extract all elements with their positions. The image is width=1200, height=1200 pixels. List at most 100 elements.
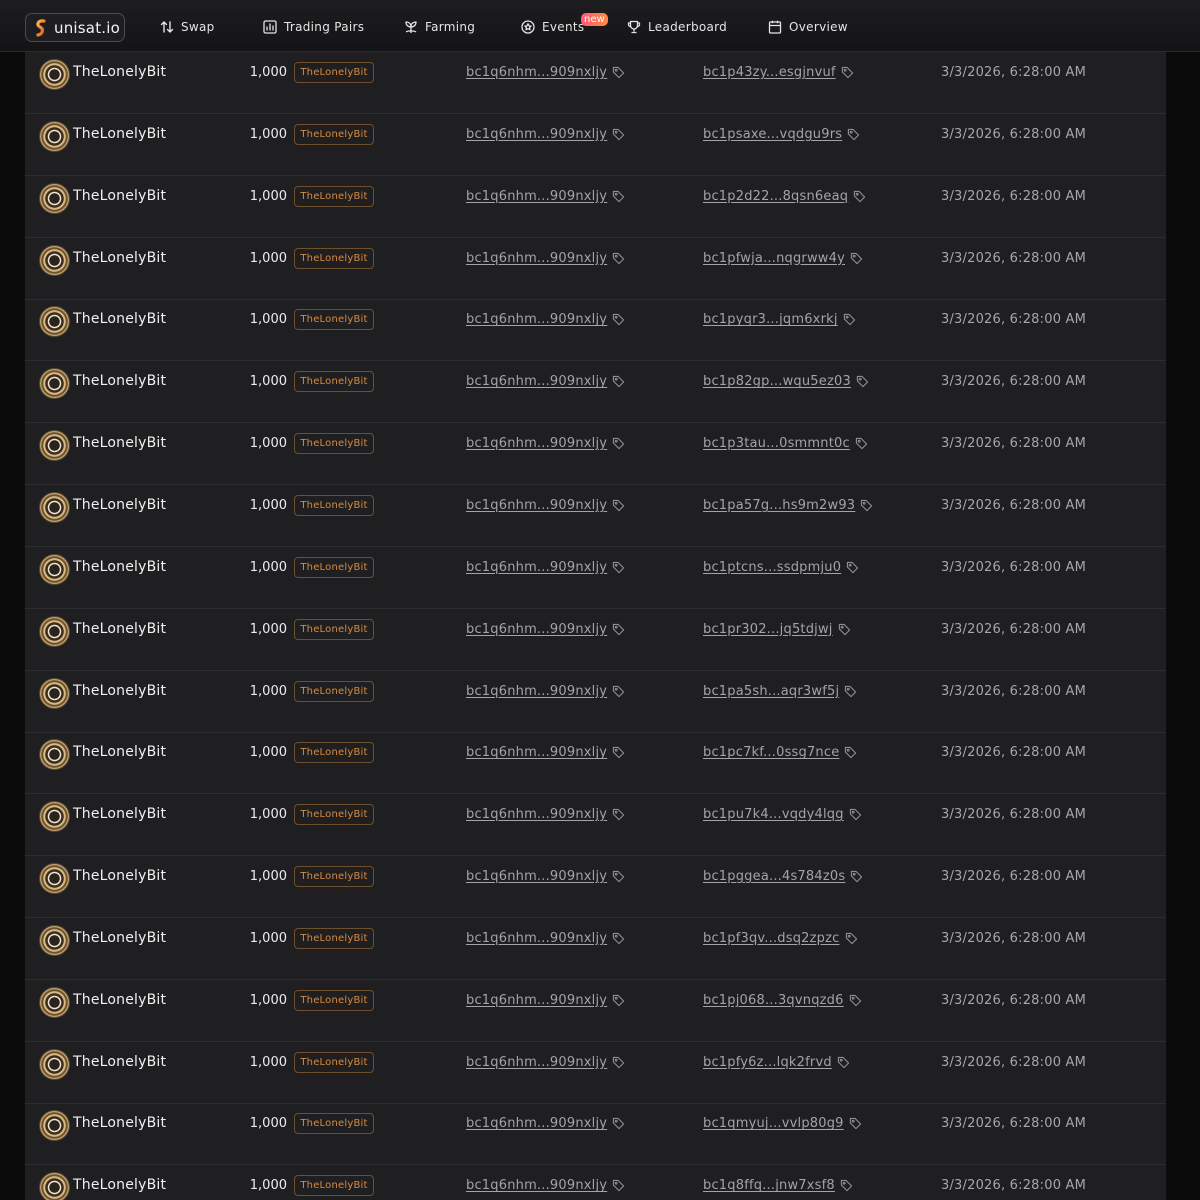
tag-icon[interactable] xyxy=(856,375,869,388)
ticker-badge[interactable]: TheLonelyBit xyxy=(294,1113,374,1135)
tag-icon[interactable] xyxy=(612,808,625,821)
token-name[interactable]: TheLonelyBit xyxy=(73,744,166,760)
to-address-link[interactable]: bc1pfy6z...lqk2frvd xyxy=(703,1055,850,1070)
from-address-link[interactable]: bc1q6nhm...909nxljy xyxy=(466,436,625,451)
from-address-text[interactable]: bc1q6nhm...909nxljy xyxy=(466,1178,607,1193)
to-address-link[interactable]: bc1pr302...jq5tdjwj xyxy=(703,622,851,637)
token-name[interactable]: TheLonelyBit xyxy=(73,311,166,327)
from-address-link[interactable]: bc1q6nhm...909nxljy xyxy=(466,189,625,204)
to-address-text[interactable]: bc1pc7kf...0ssg7nce xyxy=(703,745,839,760)
from-address-link[interactable]: bc1q6nhm...909nxljy xyxy=(466,65,625,80)
tag-icon[interactable] xyxy=(612,1117,625,1130)
to-address-text[interactable]: bc1pj068...3qvnqzd6 xyxy=(703,993,844,1008)
tag-icon[interactable] xyxy=(838,623,851,636)
ticker-badge[interactable]: TheLonelyBit xyxy=(294,62,374,83)
token-name[interactable]: TheLonelyBit xyxy=(73,930,166,946)
tag-icon[interactable] xyxy=(612,437,625,450)
tag-icon[interactable] xyxy=(849,808,862,821)
from-address-link[interactable]: bc1q6nhm...909nxljy xyxy=(466,1055,625,1070)
token-name[interactable]: TheLonelyBit xyxy=(73,1177,166,1193)
token-name[interactable]: TheLonelyBit xyxy=(73,621,166,637)
to-address-link[interactable]: bc1pf3qv...dsq2zpzc xyxy=(703,931,858,946)
from-address-text[interactable]: bc1q6nhm...909nxljy xyxy=(466,622,607,637)
to-address-text[interactable]: bc1pa57g...hs9m2w93 xyxy=(703,498,855,513)
from-address-link[interactable]: bc1q6nhm...909nxljy xyxy=(466,622,625,637)
from-address-link[interactable]: bc1q6nhm...909nxljy xyxy=(466,560,625,575)
from-address-link[interactable]: bc1q6nhm...909nxljy xyxy=(466,127,625,142)
tag-icon[interactable] xyxy=(612,1056,625,1069)
ticker-badge[interactable]: TheLonelyBit xyxy=(294,618,374,640)
token-name[interactable]: TheLonelyBit xyxy=(73,497,166,513)
tag-icon[interactable] xyxy=(612,190,625,203)
ticker-badge[interactable]: TheLonelyBit xyxy=(294,866,374,888)
to-address-link[interactable]: bc1qmyuj...vvlp80g9 xyxy=(703,1116,862,1131)
tag-icon[interactable] xyxy=(860,499,873,512)
to-address-link[interactable]: bc1p3tau...0smmnt0c xyxy=(703,436,868,451)
from-address-text[interactable]: bc1q6nhm...909nxljy xyxy=(466,65,607,80)
nav-leaderboard[interactable]: Leaderboard xyxy=(626,17,727,37)
ticker-badge[interactable]: TheLonelyBit xyxy=(294,1051,374,1073)
to-address-text[interactable]: bc1q8ffq...jnw7xsf8 xyxy=(703,1178,835,1193)
from-address-text[interactable]: bc1q6nhm...909nxljy xyxy=(466,807,607,822)
ticker-badge[interactable]: TheLonelyBit xyxy=(294,371,374,393)
tag-icon[interactable] xyxy=(843,313,856,326)
tag-icon[interactable] xyxy=(612,66,625,79)
tag-icon[interactable] xyxy=(846,561,859,574)
tag-icon[interactable] xyxy=(612,870,625,883)
to-address-text[interactable]: bc1pa5sh...aqr3wf5j xyxy=(703,684,839,699)
to-address-link[interactable]: bc1pj068...3qvnqzd6 xyxy=(703,993,862,1008)
from-address-link[interactable]: bc1q6nhm...909nxljy xyxy=(466,931,625,946)
to-address-link[interactable]: bc1psaxe...vqdgu9rs xyxy=(703,127,860,142)
ticker-badge[interactable]: TheLonelyBit xyxy=(294,927,374,949)
tag-icon[interactable] xyxy=(612,561,625,574)
to-address-text[interactable]: bc1p2d22...8qsn6eaq xyxy=(703,189,848,204)
to-address-text[interactable]: bc1p43zy...esgjnvuf xyxy=(703,65,836,80)
tag-icon[interactable] xyxy=(612,375,625,388)
to-address-text[interactable]: bc1p82gp...wqu5ez03 xyxy=(703,374,851,389)
token-name[interactable]: TheLonelyBit xyxy=(73,250,166,266)
token-name[interactable]: TheLonelyBit xyxy=(73,1115,166,1131)
token-name[interactable]: TheLonelyBit xyxy=(73,1054,166,1070)
from-address-link[interactable]: bc1q6nhm...909nxljy xyxy=(466,374,625,389)
tag-icon[interactable] xyxy=(853,190,866,203)
tag-icon[interactable] xyxy=(841,66,854,79)
tag-icon[interactable] xyxy=(844,685,857,698)
from-address-link[interactable]: bc1q6nhm...909nxljy xyxy=(466,993,625,1008)
tag-icon[interactable] xyxy=(612,1179,625,1192)
token-name[interactable]: TheLonelyBit xyxy=(73,126,166,142)
to-address-text[interactable]: bc1pggea...4s784z0s xyxy=(703,869,845,884)
from-address-text[interactable]: bc1q6nhm...909nxljy xyxy=(466,189,607,204)
to-address-link[interactable]: bc1pa5sh...aqr3wf5j xyxy=(703,684,857,699)
to-address-link[interactable]: bc1pa57g...hs9m2w93 xyxy=(703,498,873,513)
to-address-link[interactable]: bc1p82gp...wqu5ez03 xyxy=(703,374,869,389)
to-address-text[interactable]: bc1pyqr3...jqm6xrkj xyxy=(703,312,838,327)
from-address-text[interactable]: bc1q6nhm...909nxljy xyxy=(466,745,607,760)
to-address-link[interactable]: bc1p43zy...esgjnvuf xyxy=(703,65,854,80)
tag-icon[interactable] xyxy=(850,252,863,265)
ticker-badge[interactable]: TheLonelyBit xyxy=(294,247,374,269)
to-address-text[interactable]: bc1qmyuj...vvlp80g9 xyxy=(703,1116,844,1131)
to-address-link[interactable]: bc1pggea...4s784z0s xyxy=(703,869,863,884)
to-address-link[interactable]: bc1ptcns...ssdpmju0 xyxy=(703,560,859,575)
token-name[interactable]: TheLonelyBit xyxy=(73,559,166,575)
to-address-link[interactable]: bc1p2d22...8qsn6eaq xyxy=(703,189,866,204)
ticker-badge[interactable]: TheLonelyBit xyxy=(294,309,374,331)
to-address-text[interactable]: bc1pf3qv...dsq2zpzc xyxy=(703,931,840,946)
to-address-text[interactable]: bc1pfy6z...lqk2frvd xyxy=(703,1055,832,1070)
token-name[interactable]: TheLonelyBit xyxy=(73,188,166,204)
from-address-link[interactable]: bc1q6nhm...909nxljy xyxy=(466,1178,625,1193)
token-name[interactable]: TheLonelyBit xyxy=(73,64,166,80)
to-address-link[interactable]: bc1pyqr3...jqm6xrkj xyxy=(703,312,856,327)
from-address-text[interactable]: bc1q6nhm...909nxljy xyxy=(466,498,607,513)
to-address-link[interactable]: bc1pc7kf...0ssg7nce xyxy=(703,745,857,760)
from-address-text[interactable]: bc1q6nhm...909nxljy xyxy=(466,312,607,327)
tag-icon[interactable] xyxy=(845,932,858,945)
from-address-text[interactable]: bc1q6nhm...909nxljy xyxy=(466,869,607,884)
token-name[interactable]: TheLonelyBit xyxy=(73,373,166,389)
tag-icon[interactable] xyxy=(612,313,625,326)
to-address-text[interactable]: bc1ptcns...ssdpmju0 xyxy=(703,560,841,575)
ticker-badge[interactable]: TheLonelyBit xyxy=(294,1175,374,1197)
nav-overview[interactable]: Overview xyxy=(767,17,848,37)
from-address-link[interactable]: bc1q6nhm...909nxljy xyxy=(466,498,625,513)
from-address-text[interactable]: bc1q6nhm...909nxljy xyxy=(466,993,607,1008)
